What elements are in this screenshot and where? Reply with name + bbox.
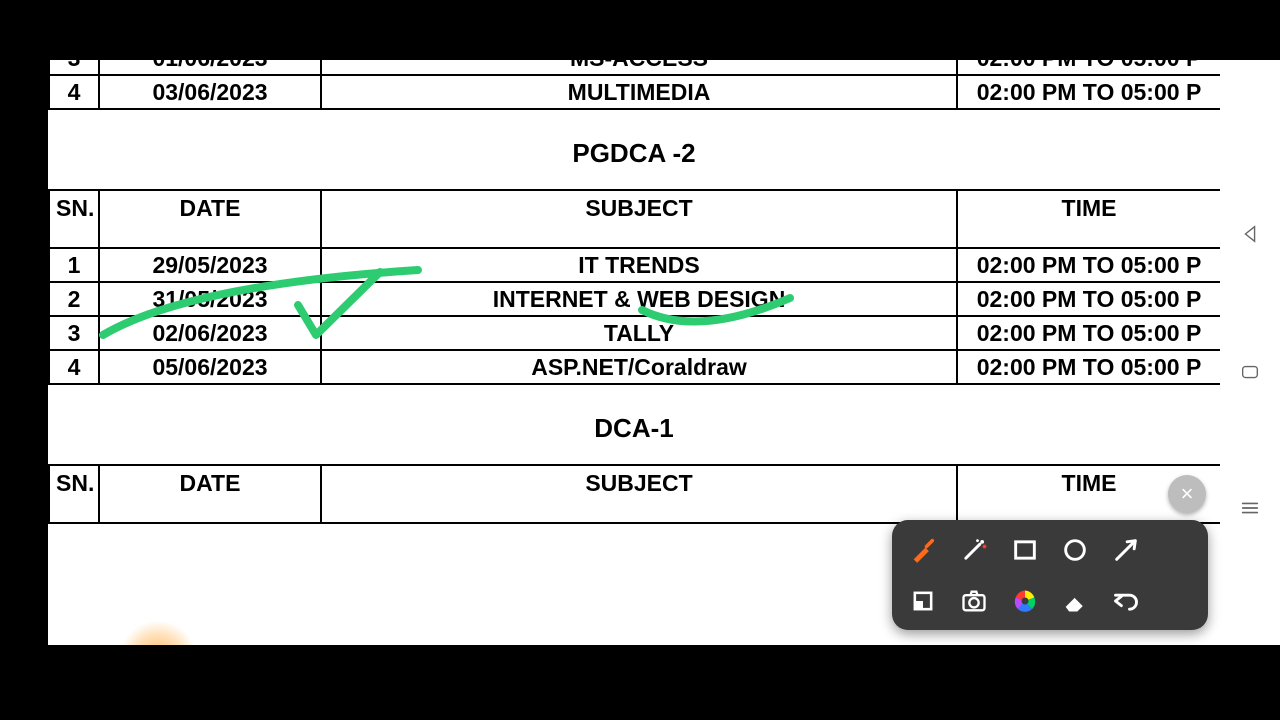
cell-date: 05/06/2023 [99,350,321,384]
table-row: 1 29/05/2023 IT TRENDS 02:00 PM TO 05:00… [49,248,1220,282]
table-row: 3 02/06/2023 TALLY 02:00 PM TO 05:00 P [49,316,1220,350]
cell-sn: 3 [49,60,99,75]
col-date: DATE [99,190,321,248]
cell-time: 02:00 PM TO 05:00 P [957,75,1220,109]
letterbox-left [0,60,48,645]
rectangle-tool[interactable] [1005,530,1045,570]
circle-tool[interactable] [1055,530,1095,570]
table-header-row: SN. DATE SUBJECT TIME [49,465,1220,523]
cell-time: 02:00 PM TO 05:00 P [957,248,1220,282]
schedule-table-fragment: 3 01/06/2023 MS-ACCESS 02:00 PM TO 05:00… [48,60,1220,110]
cell-sn: 1 [49,248,99,282]
cell-date: 29/05/2023 [99,248,321,282]
cell-time: 02:00 PM TO 05:00 P [957,316,1220,350]
crop-tool[interactable] [903,581,943,621]
cell-subject: MULTIMEDIA [321,75,957,109]
close-toolbar-button[interactable]: × [1168,475,1206,513]
cell-time: 02:00 PM TO 05:00 P [957,282,1220,316]
arrow-tool[interactable] [1106,530,1146,570]
cell-subject: IT TRENDS [321,248,957,282]
wand-tool[interactable] [954,530,994,570]
section-title: DCA-1 [48,385,1220,464]
side-panel-card-icon[interactable] [1236,358,1264,386]
cell-subject: TALLY [321,316,957,350]
schedule-table-dca1: SN. DATE SUBJECT TIME [48,464,1220,524]
col-sn: SN. [49,465,99,523]
undo-tool[interactable] [1106,581,1146,621]
cell-sn: 3 [49,316,99,350]
letterbox-top [0,0,1280,60]
col-date: DATE [99,465,321,523]
annotation-toolbar [892,520,1208,630]
col-subject: SUBJECT [321,190,957,248]
side-panel-back-icon[interactable] [1236,220,1264,248]
cell-time: 02:00 PM TO 05:00 P [957,60,1220,75]
cell-date: 31/05/2023 [99,282,321,316]
toolbar-spacer [1157,530,1197,570]
letterbox-bottom [0,645,1280,720]
cell-subject: MS-ACCESS [321,60,957,75]
table-row: 2 31/05/2023 INTERNET & WEB DESIGN 02:00… [49,282,1220,316]
table-row: 3 01/06/2023 MS-ACCESS 02:00 PM TO 05:00… [49,60,1220,75]
cell-date: 02/06/2023 [99,316,321,350]
table-row: 4 03/06/2023 MULTIMEDIA 02:00 PM TO 05:0… [49,75,1220,109]
schedule-table-pgdca2: SN. DATE SUBJECT TIME 1 29/05/2023 IT TR… [48,189,1220,385]
touch-indicator-icon [118,620,198,645]
close-icon: × [1181,481,1194,507]
color-picker-tool[interactable] [1005,581,1045,621]
col-sn: SN. [49,190,99,248]
cell-sn: 4 [49,75,99,109]
col-time: TIME [957,190,1220,248]
cell-subject: INTERNET & WEB DESIGN [321,282,957,316]
side-panel-menu-icon[interactable] [1236,494,1264,522]
camera-tool[interactable] [954,581,994,621]
toolbar-spacer [1157,581,1197,621]
cell-time: 02:00 PM TO 05:00 P [957,350,1220,384]
table-header-row: SN. DATE SUBJECT TIME [49,190,1220,248]
eraser-tool[interactable] [1055,581,1095,621]
cell-subject: ASP.NET/Coraldraw [321,350,957,384]
cell-date: 03/06/2023 [99,75,321,109]
table-row: 4 05/06/2023 ASP.NET/Coraldraw 02:00 PM … [49,350,1220,384]
cell-sn: 4 [49,350,99,384]
cell-sn: 2 [49,282,99,316]
cell-date: 01/06/2023 [99,60,321,75]
device-side-panel [1220,60,1280,645]
brush-tool[interactable] [903,530,943,570]
section-title: PGDCA -2 [48,110,1220,189]
col-subject: SUBJECT [321,465,957,523]
